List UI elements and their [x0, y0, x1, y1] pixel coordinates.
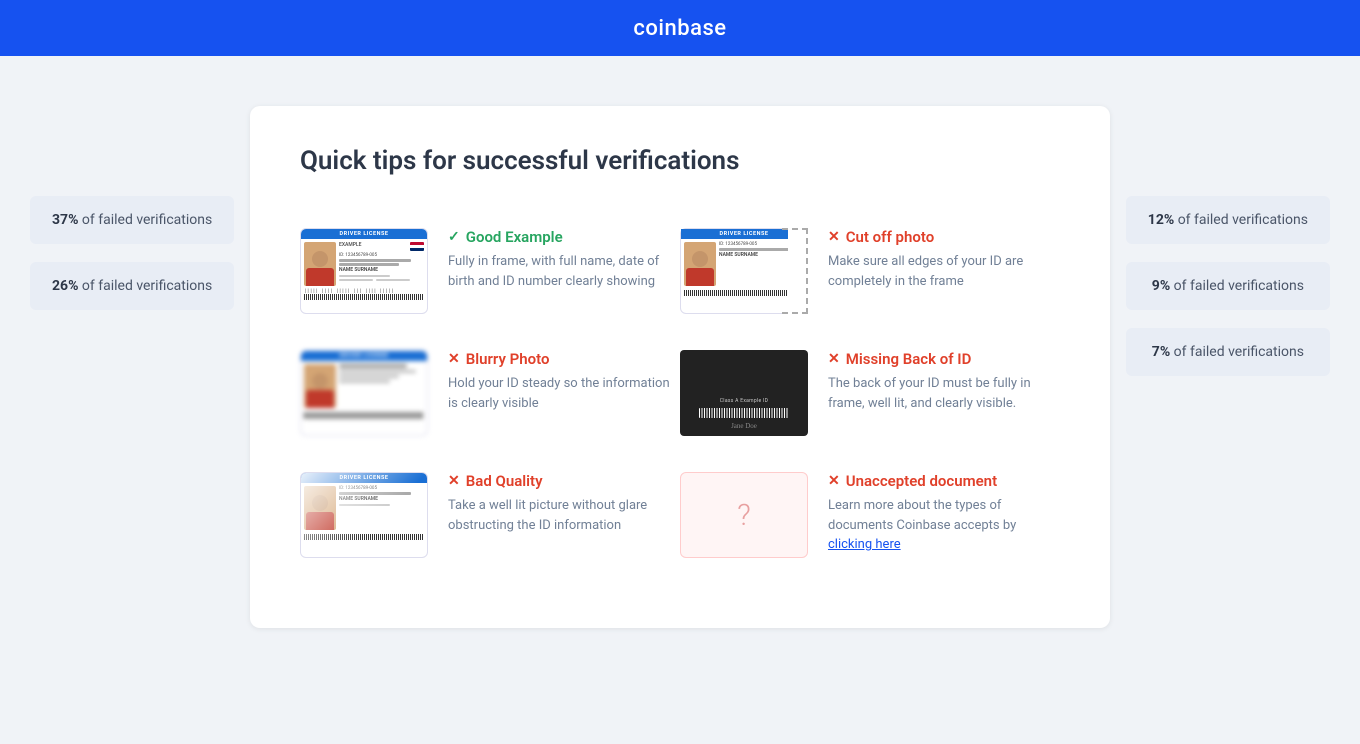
id-card-badquality: DRIVER LICENSE ID: 123456789-005 NAME SU… — [300, 472, 428, 558]
tip-blurry: DRIVER LICENSE — [300, 334, 680, 456]
id-back-barcode — [699, 408, 789, 418]
left-badge-1: 37% of failed verifications — [30, 196, 234, 244]
id-back-image: Class A Example ID Jane Doe — [680, 350, 810, 440]
right-badge-2-label: of failed verifications — [1174, 278, 1304, 294]
left-badge-1-label: of failed verifications — [82, 212, 212, 228]
tips-grid: DRIVER LICENSE EXAMPLE — [300, 212, 1060, 578]
x-icon-bad-quality: ✕ — [448, 473, 460, 489]
id-cutoff-image: DRIVER LICENSE ID: 123456789-005 NAME SU… — [680, 228, 810, 318]
tip-blurry-title: Blurry Photo — [466, 350, 550, 368]
left-badge-2: 26% of failed verifications — [30, 262, 234, 310]
tip-bad-quality-title: Bad Quality — [466, 472, 543, 490]
tip-unaccepted-title: Unaccepted document — [846, 472, 997, 490]
id-back-signature: Jane Doe — [731, 422, 757, 430]
tip-bad-quality-content: ✕ Bad Quality Take a well lit picture wi… — [448, 472, 680, 535]
tip-missing-back-title: Missing Back of ID — [846, 350, 972, 368]
tip-cutoff-title-row: ✕ Cut off photo — [828, 228, 1060, 246]
page-body: 37% of failed verifications 26% of faile… — [0, 56, 1360, 678]
id-blurry-header: DRIVER LICENSE — [301, 351, 427, 361]
id-back-label: Class A Example ID — [720, 398, 768, 404]
id-unknown-image: ? — [680, 472, 810, 562]
side-badges-right: 12% of failed verifications 9% of failed… — [1126, 196, 1330, 376]
right-badge-1: 12% of failed verifications — [1126, 196, 1330, 244]
id-glare-overlay — [301, 473, 427, 557]
right-badge-3-label: of failed verifications — [1174, 344, 1304, 360]
right-badge-2: 9% of failed verifications — [1126, 262, 1330, 310]
card-title: Quick tips for successful verifications — [300, 146, 1060, 176]
clicking-here-link[interactable]: clicking here — [828, 537, 901, 552]
tip-cutoff-desc: Make sure all edges of your ID are compl… — [828, 252, 1060, 291]
right-badge-1-label: of failed verifications — [1178, 212, 1308, 228]
id-badquality-image: DRIVER LICENSE ID: 123456789-005 NAME SU… — [300, 472, 430, 562]
right-badge-3: 7% of failed verifications — [1126, 328, 1330, 376]
id-header-bar: DRIVER LICENSE — [301, 229, 427, 239]
left-badge-1-percent: 37% — [52, 212, 78, 228]
tip-unaccepted: ? ✕ Unaccepted document Learn more about… — [680, 456, 1060, 578]
tip-bad-quality-title-row: ✕ Bad Quality — [448, 472, 680, 490]
left-badge-2-percent: 26% — [52, 278, 78, 294]
coinbase-logo: coinbase — [633, 16, 726, 41]
x-icon-unaccepted: ✕ — [828, 473, 840, 489]
x-icon-cutoff: ✕ — [828, 229, 840, 245]
id-good-image: DRIVER LICENSE EXAMPLE — [300, 228, 430, 318]
tip-blurry-title-row: ✕ Blurry Photo — [448, 350, 680, 368]
tip-unaccepted-content: ✕ Unaccepted document Learn more about t… — [828, 472, 1060, 555]
tip-bad-quality: DRIVER LICENSE ID: 123456789-005 NAME SU… — [300, 456, 680, 578]
tip-blurry-desc: Hold your ID steady so the information i… — [448, 374, 680, 413]
tip-missing-back: Class A Example ID Jane Doe ✕ Missing Ba… — [680, 334, 1060, 456]
tip-cutoff-title: Cut off photo — [846, 228, 934, 246]
side-badges-left: 37% of failed verifications 26% of faile… — [30, 196, 234, 310]
tip-good-content: ✓ Good Example Fully in frame, with full… — [448, 228, 680, 291]
question-mark-icon: ? — [737, 498, 751, 533]
tip-good-title: Good Example — [466, 228, 563, 246]
check-icon: ✓ — [448, 229, 460, 245]
tip-missing-back-content: ✕ Missing Back of ID The back of your ID… — [828, 350, 1060, 413]
right-badge-2-percent: 9% — [1152, 278, 1170, 294]
id-card-good: DRIVER LICENSE EXAMPLE — [300, 228, 428, 314]
x-icon-missing-back: ✕ — [828, 351, 840, 367]
tip-unaccepted-title-row: ✕ Unaccepted document — [828, 472, 1060, 490]
id-card-back: Class A Example ID Jane Doe — [680, 350, 808, 436]
header: coinbase — [0, 0, 1360, 56]
id-blurry-image: DRIVER LICENSE — [300, 350, 430, 440]
tip-blurry-content: ✕ Blurry Photo Hold your ID steady so th… — [448, 350, 680, 413]
main-card: Quick tips for successful verifications … — [250, 106, 1110, 628]
right-badge-3-percent: 7% — [1152, 344, 1170, 360]
right-badge-1-percent: 12% — [1148, 212, 1174, 228]
cutoff-dashed-border — [782, 228, 808, 314]
tip-missing-back-title-row: ✕ Missing Back of ID — [828, 350, 1060, 368]
id-card-unknown: ? — [680, 472, 808, 558]
tip-cutoff-content: ✕ Cut off photo Make sure all edges of y… — [828, 228, 1060, 291]
tip-unaccepted-desc: Learn more about the types of documents … — [828, 496, 1060, 555]
id-card-blurry: DRIVER LICENSE — [300, 350, 428, 436]
left-badge-2-label: of failed verifications — [82, 278, 212, 294]
tip-good-desc: Fully in frame, with full name, date of … — [448, 252, 680, 291]
tip-bad-quality-desc: Take a well lit picture without glare ob… — [448, 496, 680, 535]
id-card-cutoff-wrapper: DRIVER LICENSE ID: 123456789-005 NAME SU… — [680, 228, 808, 314]
tip-missing-back-desc: The back of your ID must be fully in fra… — [828, 374, 1060, 413]
tip-good-example: DRIVER LICENSE EXAMPLE — [300, 212, 680, 334]
x-icon-blurry: ✕ — [448, 351, 460, 367]
tip-good-title-row: ✓ Good Example — [448, 228, 680, 246]
tip-cutoff: DRIVER LICENSE ID: 123456789-005 NAME SU… — [680, 212, 1060, 334]
